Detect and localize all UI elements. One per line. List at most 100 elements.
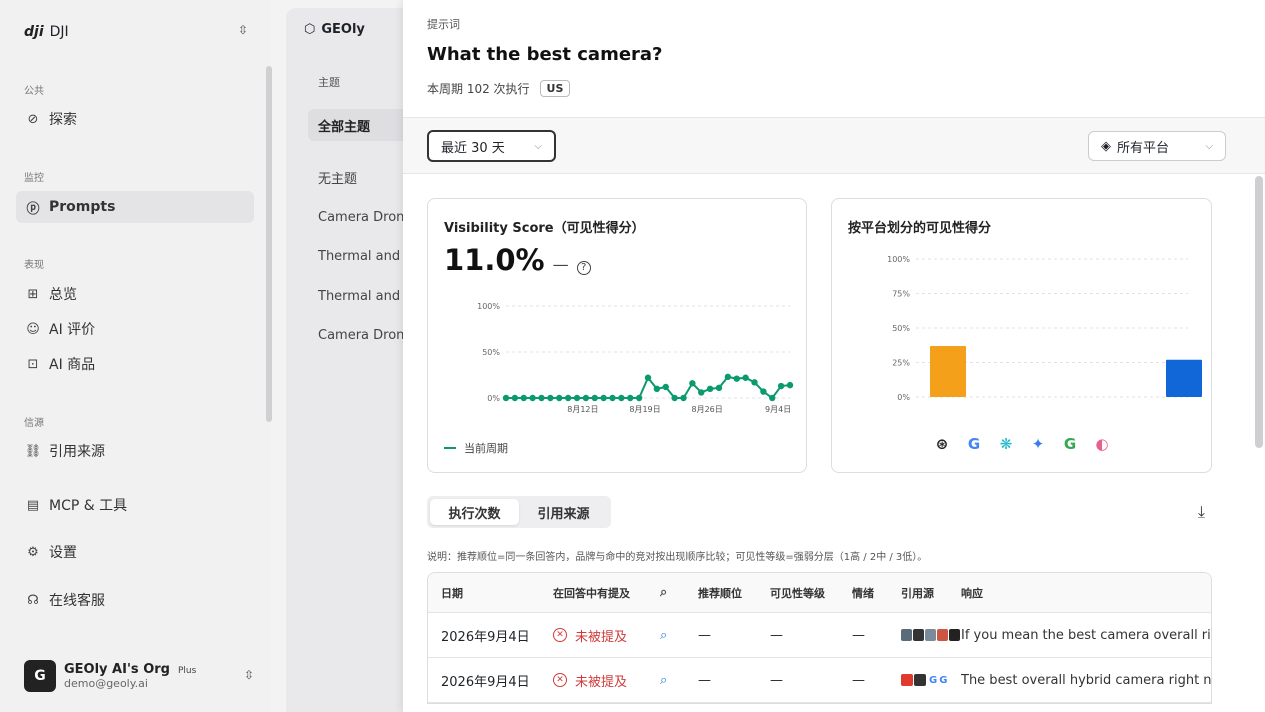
sidebar-item-settings[interactable]: ⚙ 设置 bbox=[16, 536, 254, 568]
y-tick-label: 50% bbox=[892, 324, 910, 333]
col-response[interactable]: 响应 bbox=[961, 573, 1211, 612]
y-tick-label: 100% bbox=[887, 255, 910, 264]
document-icon: ▤ bbox=[26, 497, 40, 513]
topic-item[interactable]: Camera Drones bbox=[308, 319, 418, 351]
chatgpt-icon[interactable]: ⊛ bbox=[932, 434, 952, 454]
row-rank: — bbox=[698, 672, 711, 688]
chevron-down-icon: ⌵ bbox=[534, 140, 542, 152]
topic-item[interactable]: Thermal and bbox=[308, 240, 418, 272]
data-point bbox=[689, 380, 696, 387]
table-note: 说明：推荐顺位=同一条回答内，品牌与命中的竞对按出现顺序比较；可见性等级=强弱分… bbox=[427, 552, 928, 563]
geoly-logo-icon: ⬡ bbox=[304, 22, 316, 37]
mention-status: ✕ 未被提及 bbox=[553, 613, 653, 657]
y-tick-label: 0% bbox=[487, 394, 500, 403]
sidebar-item-ai-products[interactable]: ⊡ AI 商品 bbox=[16, 348, 254, 380]
sidebar-item-prompts[interactable]: ⓟ Prompts bbox=[16, 191, 254, 223]
table-row[interactable]: 2026年9月4日 ✕ 未被提及 ⌕ — — — If you mean the … bbox=[428, 613, 1211, 658]
data-point bbox=[671, 394, 678, 402]
topic-item[interactable]: 全部主题 bbox=[308, 109, 418, 141]
region-badge: US bbox=[539, 80, 571, 97]
visibility-score-value: 11.0% bbox=[444, 243, 545, 277]
x-tick-label: 8月19日 bbox=[629, 405, 660, 414]
source-favicons[interactable] bbox=[901, 613, 961, 657]
platform-score-card: 按平台划分的可见性得分 100% 75% 50% 25% 0% ⊛ G ❋ ✦ G ◐ bbox=[831, 198, 1212, 473]
google-icon[interactable]: G bbox=[964, 434, 984, 454]
row-sentiment: — bbox=[852, 672, 865, 688]
data-point bbox=[698, 389, 705, 396]
col-mentioned[interactable]: 在回答中有提及 bbox=[553, 573, 653, 612]
page-title: What the best camera? bbox=[427, 44, 663, 65]
legend-swatch bbox=[444, 447, 456, 449]
source-icon bbox=[913, 629, 924, 641]
data-point bbox=[653, 385, 661, 392]
search-icon[interactable]: ⌕ bbox=[660, 573, 680, 612]
topic-panel: ⬡ GEOly 主题 全部主题 无主题 Camera Drones Therma… bbox=[286, 8, 418, 712]
sidebar-item-label: 在线客服 bbox=[49, 593, 105, 609]
topic-item[interactable]: 无主题 bbox=[308, 161, 418, 193]
platform-select[interactable]: ◈ 所有平台 ⌵ bbox=[1088, 131, 1226, 161]
card-title: Visibility Score（可见性得分） bbox=[444, 221, 645, 236]
bar-chatgpt bbox=[930, 345, 966, 397]
chevron-updown-icon: ⇳ bbox=[243, 668, 254, 682]
col-level[interactable]: 可见性等级 bbox=[770, 573, 840, 612]
section-label-source: 信源 bbox=[24, 418, 44, 429]
sidebar-item-ai-review[interactable]: ☺ AI 评价 bbox=[16, 313, 254, 345]
sidebar: dji DJI ⇳ 公共 ⊘ 探索 监控 ⓟ Prompts 表现 ⊞ 总览 ☺… bbox=[0, 0, 272, 712]
sidebar-item-label: 设置 bbox=[49, 545, 77, 561]
source-favicons[interactable]: G G bbox=[901, 658, 961, 702]
data-point bbox=[591, 394, 598, 402]
tab-geoly[interactable]: ⬡ GEOly bbox=[304, 22, 365, 37]
sidebar-scrollbar[interactable] bbox=[266, 66, 272, 422]
search-icon[interactable]: ⌕ bbox=[660, 658, 680, 702]
data-point bbox=[742, 374, 749, 381]
google-icon: G bbox=[939, 674, 948, 686]
source-icon bbox=[925, 629, 936, 641]
data-point bbox=[556, 394, 563, 402]
data-point bbox=[582, 394, 590, 402]
google-ai-mode-icon[interactable]: G bbox=[1060, 434, 1080, 454]
gemini-icon[interactable]: ✦ bbox=[1028, 434, 1048, 454]
copilot-icon[interactable]: ◐ bbox=[1092, 434, 1112, 454]
link-icon: ⛓ bbox=[24, 443, 42, 459]
download-icon[interactable]: ⤓ bbox=[1198, 502, 1205, 522]
topic-header: 主题 bbox=[318, 76, 340, 89]
x-tick-label: 8月12日 bbox=[567, 405, 598, 414]
sidebar-item-overview[interactable]: ⊞ 总览 bbox=[16, 278, 254, 310]
sidebar-item-citations[interactable]: ⛓ 引用来源 bbox=[16, 435, 254, 467]
row-date: 2026年9月4日 bbox=[441, 629, 530, 645]
table-row[interactable]: 2026年9月4日 ✕ 未被提及 ⌕ — — — G G The best ove… bbox=[428, 658, 1211, 703]
col-date[interactable]: 日期 bbox=[441, 573, 551, 612]
sidebar-item-mcp[interactable]: ▤ MCP & 工具 bbox=[16, 489, 254, 521]
x-tick-label: 9月4日 bbox=[765, 405, 791, 414]
perplexity-icon[interactable]: ❋ bbox=[996, 434, 1016, 454]
data-point bbox=[680, 394, 687, 402]
org-name: DJI bbox=[49, 24, 69, 40]
data-point bbox=[520, 394, 527, 402]
data-point bbox=[751, 379, 758, 386]
help-icon[interactable]: ? bbox=[576, 260, 591, 275]
tab-runs[interactable]: 执行次数 bbox=[430, 499, 519, 525]
youtube-icon bbox=[901, 674, 913, 686]
panel-scrollbar[interactable] bbox=[1255, 176, 1263, 448]
row-level: — bbox=[770, 627, 783, 643]
search-icon[interactable]: ⌕ bbox=[660, 613, 680, 657]
data-point bbox=[538, 394, 545, 402]
gear-icon: ⚙ bbox=[27, 544, 39, 560]
sidebar-item-support[interactable]: ☊ 在线客服 bbox=[16, 584, 254, 616]
col-sources[interactable]: 引用源 bbox=[901, 573, 961, 612]
sidebar-item-explore[interactable]: ⊘ 探索 bbox=[16, 103, 254, 135]
sidebar-item-label: AI 评价 bbox=[49, 322, 96, 338]
topic-item[interactable]: Thermal and bbox=[308, 280, 418, 312]
col-sentiment[interactable]: 情绪 bbox=[852, 573, 892, 612]
topic-item[interactable]: Camera Drones bbox=[308, 201, 418, 233]
data-point bbox=[627, 394, 634, 402]
col-rank[interactable]: 推荐顺位 bbox=[698, 573, 758, 612]
run-count: 本周期 102 次执行 bbox=[427, 82, 530, 96]
card-title: 按平台划分的可见性得分 bbox=[848, 221, 992, 236]
user-switcher[interactable]: G GEOly AI's Org Plus demo@geoly.ai ⇳ bbox=[12, 648, 268, 704]
org-switcher[interactable]: dji DJI ⇳ bbox=[24, 20, 258, 44]
x-circle-icon: ✕ bbox=[553, 673, 567, 687]
y-tick-label: 50% bbox=[482, 348, 500, 357]
date-range-select[interactable]: 最近 30 天 ⌵ bbox=[427, 130, 556, 162]
tab-citations[interactable]: 引用来源 bbox=[519, 499, 608, 525]
